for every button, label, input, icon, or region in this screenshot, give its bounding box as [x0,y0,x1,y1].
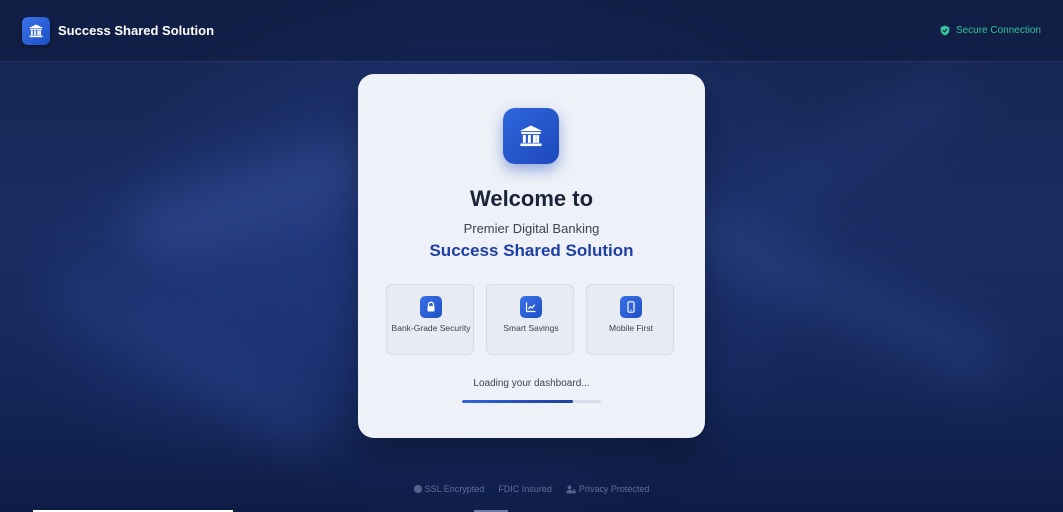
footer-label: Privacy Protected [578,484,650,494]
bank-name: Success Shared Solution [429,241,634,260]
lock-icon [420,296,442,318]
loading-progress-bar [462,400,601,403]
feature-label: Bank-Grade Security [391,323,471,333]
footer-ssl-encrypted: SSL Encrypted [413,484,485,494]
footer-label: FDIC Insured [498,484,552,494]
background-glow [46,258,334,457]
background-glow [759,59,981,221]
loading-text: Loading your dashboard... [473,378,590,389]
chart-icon [520,296,542,318]
top-header: Success Shared Solution Secure Connectio… [0,0,1063,62]
loading-progress-fill [462,400,574,403]
feature-label: Mobile First [609,323,653,333]
mobile-icon [620,296,642,318]
welcome-subtitle: Premier Digital Banking [463,221,600,236]
welcome-card: Welcome to Premier Digital Banking Succe… [358,74,705,438]
feature-mobile-first: Mobile First [586,284,674,355]
footer-privacy-protected: Privacy Protected [566,484,650,494]
bank-icon[interactable] [22,16,50,45]
trust-footer: SSL Encrypted FDIC Insured Privacy Prote… [0,484,1063,494]
welcome-heading: Welcome to [469,186,594,211]
footer-label: SSL Encrypted [424,484,485,494]
shield-icon [940,25,950,36]
dot-icon [413,485,422,493]
secure-connection-indicator: Secure Connection [940,25,1041,36]
bank-icon [503,108,559,164]
feature-smart-savings: Smart Savings [486,284,574,355]
brand-title[interactable]: Success Shared Solution [58,23,214,38]
feature-label: Smart Savings [503,323,559,333]
secure-connection-label: Secure Connection [955,25,1041,36]
user-lock-icon [566,484,576,493]
footer-fdic-insured: FDIC Insured [498,484,552,494]
feature-bank-grade-security: Bank-Grade Security [386,284,474,355]
